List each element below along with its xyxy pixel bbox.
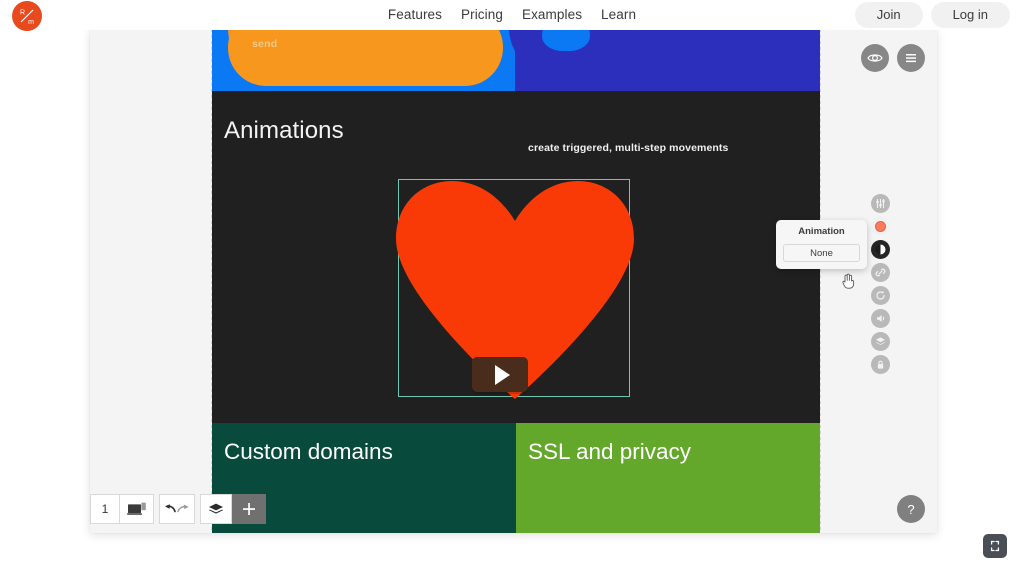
play-icon <box>495 365 510 385</box>
page-guide-right <box>820 29 821 533</box>
expand-button[interactable] <box>983 534 1007 558</box>
bottom-toolbar: 1 <box>90 494 266 524</box>
editor-window: send Animations create triggered, multi-… <box>90 29 937 533</box>
menu-button[interactable] <box>897 44 925 72</box>
nav-link-features[interactable]: Features <box>388 7 442 22</box>
rail-layers-button[interactable] <box>871 332 890 351</box>
page-guide-left <box>211 29 212 533</box>
animations-section: Animations create triggered, multi-step … <box>212 91 820 423</box>
nav-link-learn[interactable]: Learn <box>601 7 636 22</box>
send-button-shape[interactable]: send <box>228 29 503 86</box>
animations-title: Animations <box>224 117 344 145</box>
device-preview-button[interactable] <box>120 494 154 524</box>
animation-popover-title: Animation <box>776 226 867 237</box>
svg-text:m: m <box>28 19 34 26</box>
page-number-indicator[interactable]: 1 <box>90 494 120 524</box>
tile-ssl-privacy-title: SSL and privacy <box>528 439 691 465</box>
animation-popover: Animation None <box>776 220 867 269</box>
editor-top-buttons <box>861 44 925 72</box>
nav-link-examples[interactable]: Examples <box>522 7 582 22</box>
color-swatch-icon <box>875 221 886 232</box>
tile-ssl-privacy[interactable]: SSL and privacy <box>516 423 820 533</box>
join-button[interactable]: Join <box>855 2 923 28</box>
rail-settings-button[interactable] <box>871 194 890 213</box>
send-label: send <box>252 38 277 50</box>
tool-rail <box>871 194 890 374</box>
rail-sound-button[interactable] <box>871 309 890 328</box>
features-tiles: Custom domains SSL and privacy <box>212 423 820 533</box>
login-button[interactable]: Log in <box>931 2 1010 28</box>
hand-cursor-icon <box>841 273 855 294</box>
animation-select[interactable]: None <box>783 244 860 262</box>
rail-link-button[interactable] <box>871 263 890 282</box>
rail-lock-button[interactable] <box>871 355 890 374</box>
top-navigation: R m Features Pricing Examples Learn Join… <box>0 0 1024 30</box>
animations-subtitle: create triggered, multi-step movements <box>528 142 728 154</box>
auth-buttons: Join Log in <box>855 2 1010 28</box>
nav-link-pricing[interactable]: Pricing <box>461 7 503 22</box>
rail-rotate-button[interactable] <box>871 286 890 305</box>
rail-animation-button[interactable] <box>871 240 890 259</box>
nav-links: Features Pricing Examples Learn <box>388 7 636 22</box>
svg-text:R: R <box>20 10 25 17</box>
rail-color-button[interactable] <box>871 217 890 236</box>
hero-band: send <box>212 29 820 91</box>
add-page-button[interactable] <box>232 494 266 524</box>
preview-button[interactable] <box>861 44 889 72</box>
help-button[interactable]: ? <box>897 495 925 523</box>
undo-redo-button[interactable] <box>159 494 195 524</box>
page-canvas[interactable]: send Animations create triggered, multi-… <box>212 29 820 533</box>
tile-custom-domains-title: Custom domains <box>224 439 393 465</box>
play-button[interactable] <box>472 357 528 392</box>
layers-button[interactable] <box>200 494 232 524</box>
readymag-logo[interactable]: R m <box>12 1 42 31</box>
